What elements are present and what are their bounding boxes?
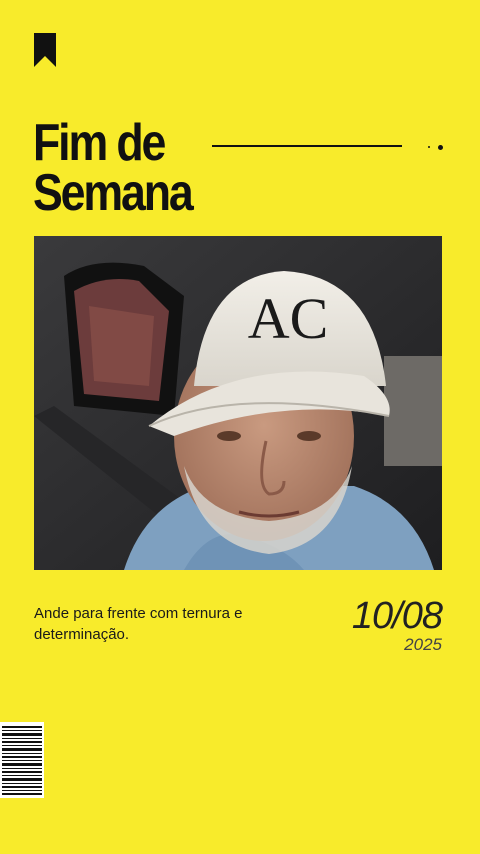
quote-text: Ande para frente com ternura e determina… (34, 605, 243, 643)
portrait-photo: AC (34, 236, 442, 570)
barcode-icon (0, 722, 44, 798)
decorative-rule (212, 145, 402, 147)
decorative-dot-small (428, 146, 430, 148)
portrait-illustration: AC (34, 236, 442, 570)
cap-logo: AC (248, 286, 329, 351)
date-year: 2025 (404, 635, 442, 654)
bookmark-icon (34, 33, 56, 67)
date-day-month: 10/08 (351, 595, 443, 637)
decorative-dot (438, 145, 443, 150)
page-title: Fim de Semana (33, 117, 194, 219)
date-block: 10/08 2025 (351, 595, 443, 654)
title-line-2: Semana (33, 164, 194, 222)
